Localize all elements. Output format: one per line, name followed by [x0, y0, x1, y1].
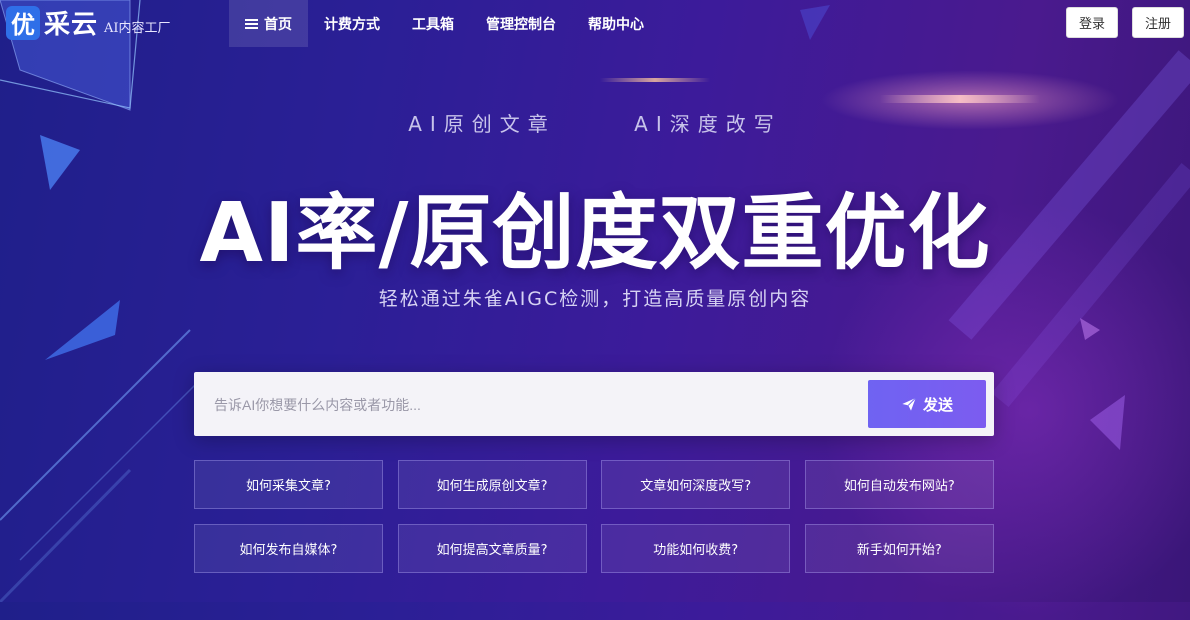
quick-question-button[interactable]: 如何采集文章? [194, 460, 383, 509]
hero-tag: AI深度改写 [634, 112, 782, 136]
prompt-input[interactable] [212, 388, 836, 422]
nav-item-label: 管理控制台 [486, 16, 556, 33]
quick-questions: 如何采集文章? 如何生成原创文章? 文章如何深度改写? 如何自动发布网站? 如何… [194, 460, 994, 573]
quick-question-button[interactable]: 功能如何收费? [601, 524, 791, 573]
quick-question-button[interactable]: 如何生成原创文章? [397, 460, 587, 509]
nav-item-label: 首页 [264, 16, 292, 33]
ai-prompt-box: 发送 [194, 372, 994, 436]
nav-item-label: 工具箱 [412, 16, 454, 33]
quick-question-button[interactable]: 新手如何开始? [804, 524, 994, 573]
quick-question-button[interactable]: 如何自动发布网站? [804, 460, 994, 509]
hero-title: AI率/原创度双重优化 [199, 186, 991, 281]
logo-name: 采云 [44, 10, 99, 40]
nav-item-pricing[interactable]: 计费方式 [308, 0, 396, 47]
register-button[interactable]: 注册 [1132, 7, 1184, 38]
nav-item-help[interactable]: 帮助中心 [572, 0, 660, 47]
nav-item-toolbox[interactable]: 工具箱 [396, 0, 470, 47]
login-button[interactable]: 登录 [1066, 7, 1118, 38]
quick-question-button[interactable]: 如何提高文章质量? [397, 524, 587, 573]
quick-question-button[interactable]: 如何发布自媒体? [194, 524, 383, 573]
nav-item-home[interactable]: 首页 [229, 0, 308, 47]
paper-plane-icon [902, 397, 917, 411]
logo-tagline: AI内容工厂 [104, 21, 171, 36]
main-nav: 首页 计费方式 工具箱 管理控制台 帮助中心 [229, 0, 660, 47]
hero-subtitle: 轻松通过朱雀AIGC检测，打造高质量原创内容 [378, 288, 812, 310]
nav-item-label: 计费方式 [324, 16, 380, 33]
nav-item-label: 帮助中心 [588, 16, 644, 33]
send-button[interactable]: 发送 [868, 380, 986, 428]
auth-buttons: 登录 注册 [1066, 7, 1184, 38]
hero-tags: AI原创文章 AI深度改写 [0, 108, 1190, 137]
quick-question-button[interactable]: 文章如何深度改写? [601, 460, 791, 509]
hero-tag: AI原创文章 [408, 112, 556, 136]
send-label: 发送 [922, 395, 953, 414]
nav-item-console[interactable]: 管理控制台 [470, 0, 572, 47]
menu-icon [245, 17, 258, 31]
top-navbar: 优 采云 AI内容工厂 首页 计费方式 工具箱 管理控制台 帮助中心 登录 注册 [0, 0, 1190, 47]
logo-badge: 优 [6, 5, 40, 40]
logo[interactable]: 优 采云 AI内容工厂 [6, 4, 171, 41]
